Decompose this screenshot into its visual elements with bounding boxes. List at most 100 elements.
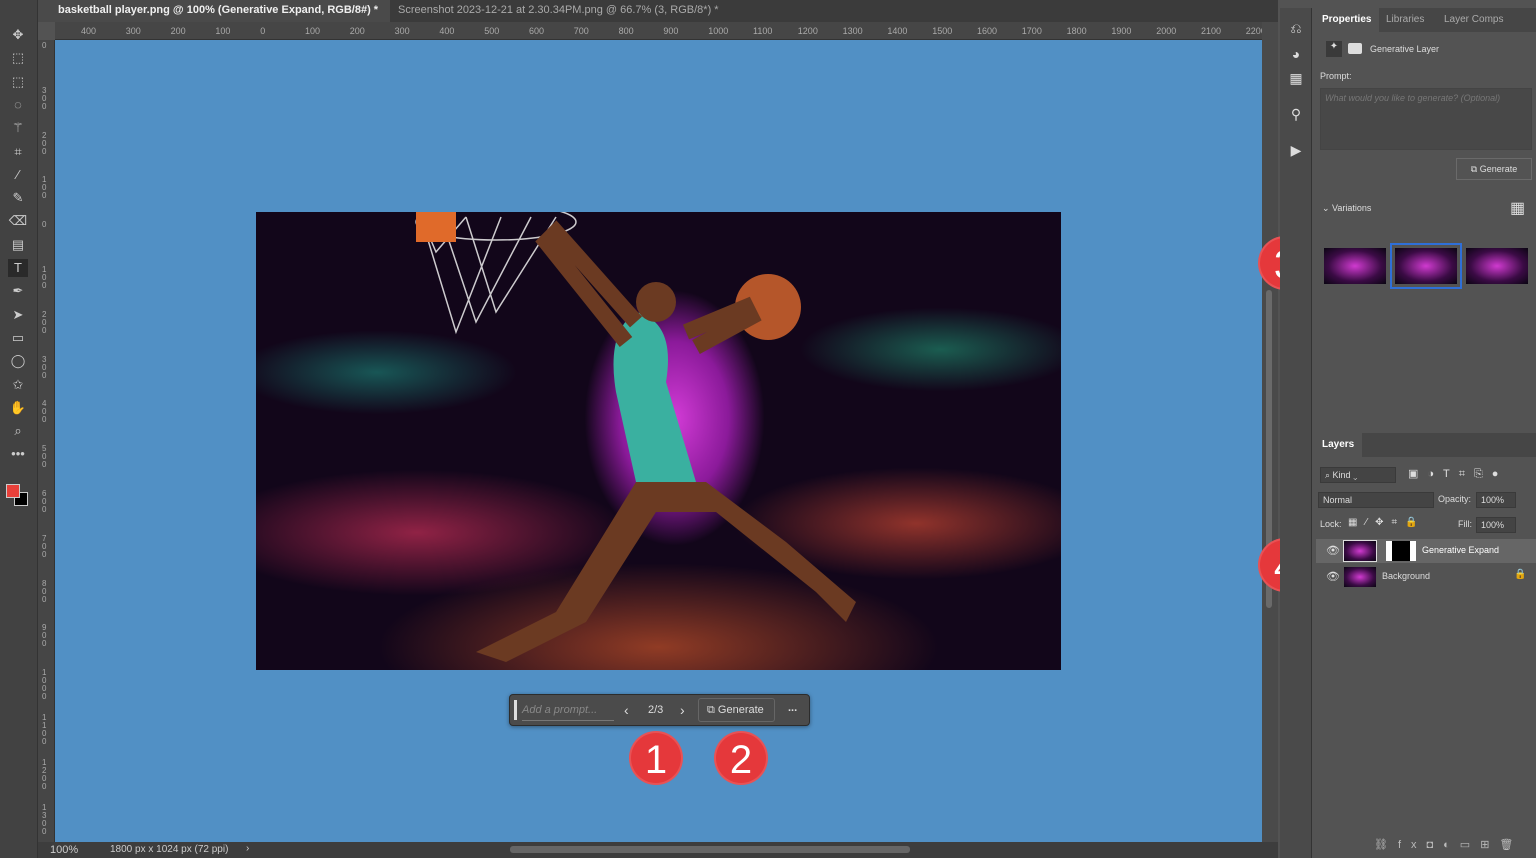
variation-thumbnail-2[interactable] — [1395, 248, 1457, 284]
prompt-label: Prompt: — [1320, 71, 1352, 81]
blend-mode-select[interactable]: Normal — [1318, 492, 1434, 508]
foreground-color-swatch[interactable] — [6, 484, 20, 498]
variation-thumbnail-3[interactable] — [1466, 248, 1528, 284]
more-icon[interactable]: ••• — [8, 445, 28, 463]
hand-icon[interactable]: ✋ — [8, 399, 28, 417]
generate-icon: ⧉ — [707, 704, 715, 716]
ruler-label: 100 — [305, 26, 320, 36]
layer-name: Generative Expand — [1422, 545, 1499, 555]
tab-screenshot[interactable]: Screenshot 2023-12-21 at 2.30.34PM.png @… — [378, 0, 731, 22]
marquee-icon[interactable]: ⬚ — [8, 73, 28, 91]
ruler-label: 200 — [42, 132, 50, 156]
generate-label: Generate — [718, 704, 764, 716]
grid-view-icon[interactable]: ▦ — [1510, 198, 1525, 218]
shape-icon[interactable]: ✩ — [8, 376, 28, 394]
ruler-label: 400 — [439, 26, 454, 36]
variations-toggle[interactable]: ⌄ Variations — [1322, 203, 1371, 214]
ruler-label: 100 — [42, 266, 50, 290]
swatches-icon[interactable]: ▦ — [1286, 70, 1306, 88]
visibility-eye-icon[interactable]: 👁 — [1326, 544, 1340, 557]
ruler-label: 1800 — [1067, 26, 1087, 36]
actions-play-icon[interactable]: ▶ — [1286, 142, 1306, 160]
kind-label: Kind — [1333, 470, 1351, 480]
ruler-label: 700 — [42, 535, 50, 559]
panel-generate-label: Generate — [1480, 164, 1518, 174]
ruler-label: 800 — [619, 26, 634, 36]
callout-badge-1: 1 — [629, 731, 683, 785]
layers-footer-icons[interactable]: ⛓fx◘◐▭⊞🗑 — [1374, 838, 1523, 851]
crop-icon[interactable]: ⌗ — [8, 143, 28, 161]
document-image[interactable] — [256, 212, 1061, 670]
move-icon[interactable]: ✥ — [8, 26, 28, 44]
previous-variation-button[interactable]: ‹ — [624, 702, 629, 718]
vertical-ruler: 0300200100010020030040050060070080090010… — [38, 40, 55, 842]
more-options-button[interactable]: ... — [788, 702, 797, 714]
opacity-label: Opacity: — [1438, 494, 1471, 504]
ruler-label: 800 — [42, 580, 50, 604]
visibility-eye-icon[interactable]: 👁 — [1326, 570, 1340, 583]
tab-properties[interactable]: Properties — [1314, 8, 1379, 32]
eraser-icon[interactable]: ⌫ — [8, 212, 28, 230]
color-palette-icon[interactable]: ◕ — [1286, 46, 1306, 64]
ruler-label: 300 — [126, 26, 141, 36]
ruler-label: 500 — [484, 26, 499, 36]
history-icon[interactable]: ⎌ — [1286, 20, 1306, 38]
ruler-label: 1900 — [1111, 26, 1131, 36]
layer-thumbnail — [1344, 567, 1376, 587]
ruler-label: 1400 — [887, 26, 907, 36]
zoom-icon[interactable]: ⌕ — [8, 422, 28, 440]
generate-button[interactable]: ⧉ Generate — [698, 698, 775, 722]
variation-thumbnail-1[interactable] — [1324, 248, 1386, 284]
ruler-label: 2100 — [1201, 26, 1221, 36]
lock-icon: 🔒 — [1514, 569, 1526, 580]
tab-basketball-player[interactable]: basketball player.png @ 100% (Generative… — [38, 0, 390, 22]
layer-filter-icons[interactable]: ▣◑T⌗⎘● — [1408, 467, 1507, 481]
horizontal-scroll-thumb[interactable] — [510, 846, 910, 853]
rectangle-icon[interactable]: ▭ — [8, 329, 28, 347]
next-variation-button[interactable]: › — [680, 702, 685, 718]
tab-layer-comps[interactable]: Layer Comps — [1436, 8, 1511, 32]
ruler-label: 1300 — [843, 26, 863, 36]
generative-layer-icon: ✦ — [1326, 41, 1342, 57]
lock-label: Lock: — [1320, 519, 1342, 529]
tab-layers[interactable]: Layers — [1314, 433, 1362, 457]
tab-libraries[interactable]: Libraries — [1378, 8, 1432, 32]
horizontal-ruler: 4003002001000100200300400500600700800900… — [55, 22, 1262, 40]
opacity-input[interactable]: 100% — [1476, 492, 1516, 508]
lasso-icon[interactable]: ◌ — [8, 96, 28, 114]
eyedropper-icon[interactable]: ⁄ — [8, 166, 28, 184]
layer-name: Background — [1382, 571, 1430, 581]
ruler-label: 1100 — [753, 26, 772, 36]
brush-icon[interactable]: ✎ — [8, 189, 28, 207]
status-menu-arrow[interactable]: › — [246, 843, 249, 854]
ruler-label: 0 — [42, 42, 50, 50]
ruler-label: 1300 — [42, 804, 50, 836]
ellipse-icon[interactable]: ◯ — [8, 352, 28, 370]
layer-type-label: Generative Layer — [1370, 44, 1439, 54]
path-select-icon[interactable]: ➤ — [8, 306, 28, 324]
prompt-textarea[interactable]: What would you like to generate? (Option… — [1320, 88, 1532, 150]
panel-generate-button[interactable]: ⧉ Generate — [1456, 158, 1532, 180]
variation-counter: 2/3 — [648, 704, 663, 716]
fill-input[interactable]: 100% — [1476, 517, 1516, 533]
ruler-label: 1600 — [977, 26, 997, 36]
layer-filter-kind-select[interactable]: ⌕ Kind ⌄ — [1320, 467, 1396, 483]
prompt-input[interactable]: Add a prompt... — [522, 699, 614, 721]
gradient-icon[interactable]: ▤ — [8, 236, 28, 254]
lock-icons[interactable]: ▦⁄✥⌗🔒 — [1348, 517, 1426, 528]
layer-thumbnail — [1344, 541, 1376, 561]
layer-row-generative-expand[interactable]: 👁 Generative Expand — [1316, 539, 1536, 563]
mask-icon — [1348, 43, 1362, 54]
artboard-icon[interactable]: ⬚ — [8, 49, 28, 67]
ruler-label: 900 — [663, 26, 678, 36]
generate-icon: ⧉ — [1471, 164, 1477, 174]
magic-wand-icon[interactable]: ⚚ — [8, 119, 28, 137]
pen-icon[interactable]: ✒ — [8, 282, 28, 300]
zoom-level[interactable]: 100% — [50, 844, 78, 856]
ruler-label: 400 — [81, 26, 96, 36]
stamp-icon[interactable]: ⚲ — [1286, 106, 1306, 124]
ruler-label: 300 — [42, 356, 50, 380]
type-icon[interactable]: T — [8, 259, 28, 277]
layer-row-background[interactable]: 👁 Background 🔒 — [1316, 565, 1536, 589]
ruler-label: 900 — [42, 624, 50, 648]
